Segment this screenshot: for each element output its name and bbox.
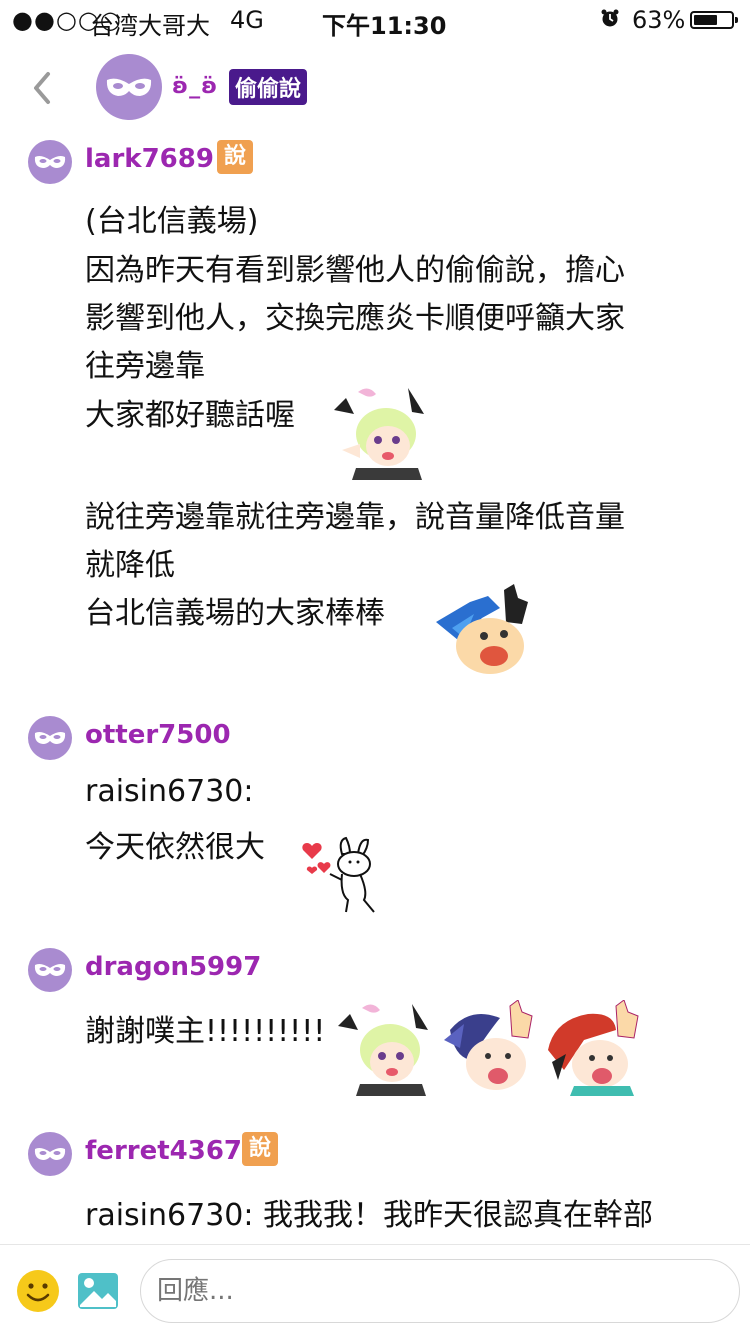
message-line: 大家都好聽話喔 — [85, 398, 295, 433]
reply-bar — [0, 1244, 750, 1335]
message-line: 今天依然很大 — [85, 830, 265, 865]
message-line: 因為昨天有看到影響他人的偷偷說，擔心 — [85, 253, 625, 288]
network-type: 4G — [230, 6, 264, 34]
anime-sticker-icon — [338, 1004, 428, 1096]
username[interactable]: dragon5997 — [85, 952, 261, 982]
anime-sticker-icon — [334, 388, 424, 480]
alarm-icon — [601, 9, 619, 27]
say-badge: 說 — [242, 1132, 278, 1166]
message-line: 影響到他人，交換完應炎卡順便呼籲大家 — [85, 301, 625, 336]
battery-percent: 63% — [632, 6, 686, 34]
mask-icon[interactable] — [28, 948, 72, 992]
message-line: 就降低 — [85, 548, 175, 583]
anime-sticker-icon — [548, 1000, 639, 1096]
username[interactable]: ferret4367 — [85, 1136, 242, 1166]
mask-icon[interactable] — [28, 716, 72, 760]
thread-author: ʚ̈_ʚ̈ — [172, 74, 219, 99]
chevron-left-icon[interactable] — [28, 68, 58, 108]
message-line: 台北信義場的大家棒棒 — [85, 596, 385, 631]
username[interactable]: lark7689 — [85, 144, 214, 174]
message-line: 往旁邊靠 — [85, 349, 205, 384]
status-bar: ●●○○○ 台湾大哥大 4G 下午11:30 63% — [0, 0, 750, 40]
clock: 下午11:30 — [322, 12, 447, 40]
message-line: raisin6730: 我我我！我昨天很認真在幹部 — [85, 1198, 654, 1233]
anime-sticker-icon — [444, 1000, 533, 1090]
mask-icon[interactable] — [28, 140, 72, 184]
battery-fill — [694, 15, 717, 25]
message-line: 謝謝噗主!!!!!!!!!! — [85, 1014, 326, 1049]
username[interactable]: otter7500 — [85, 720, 231, 750]
message-line: raisin6730: — [85, 774, 254, 809]
thread-header: ʚ̈_ʚ̈ 偷偷說 — [0, 44, 750, 128]
anime-sticker-icon — [436, 584, 528, 674]
say-badge: 說 — [217, 140, 253, 174]
mask-icon[interactable] — [28, 1132, 72, 1176]
message-line: (台北信義場) — [85, 204, 259, 239]
bunny-hearts-icon — [302, 836, 375, 913]
battery-icon — [690, 11, 738, 29]
reply-input[interactable] — [140, 1259, 740, 1323]
smiley-icon[interactable] — [16, 1269, 60, 1313]
carrier-name: 台湾大哥大 — [90, 12, 210, 40]
image-icon[interactable] — [76, 1269, 120, 1313]
mask-icon[interactable] — [96, 54, 162, 120]
secret-badge: 偷偷說 — [229, 69, 308, 105]
message-line: 說往旁邊靠就往旁邊靠，說音量降低音量 — [85, 500, 625, 535]
